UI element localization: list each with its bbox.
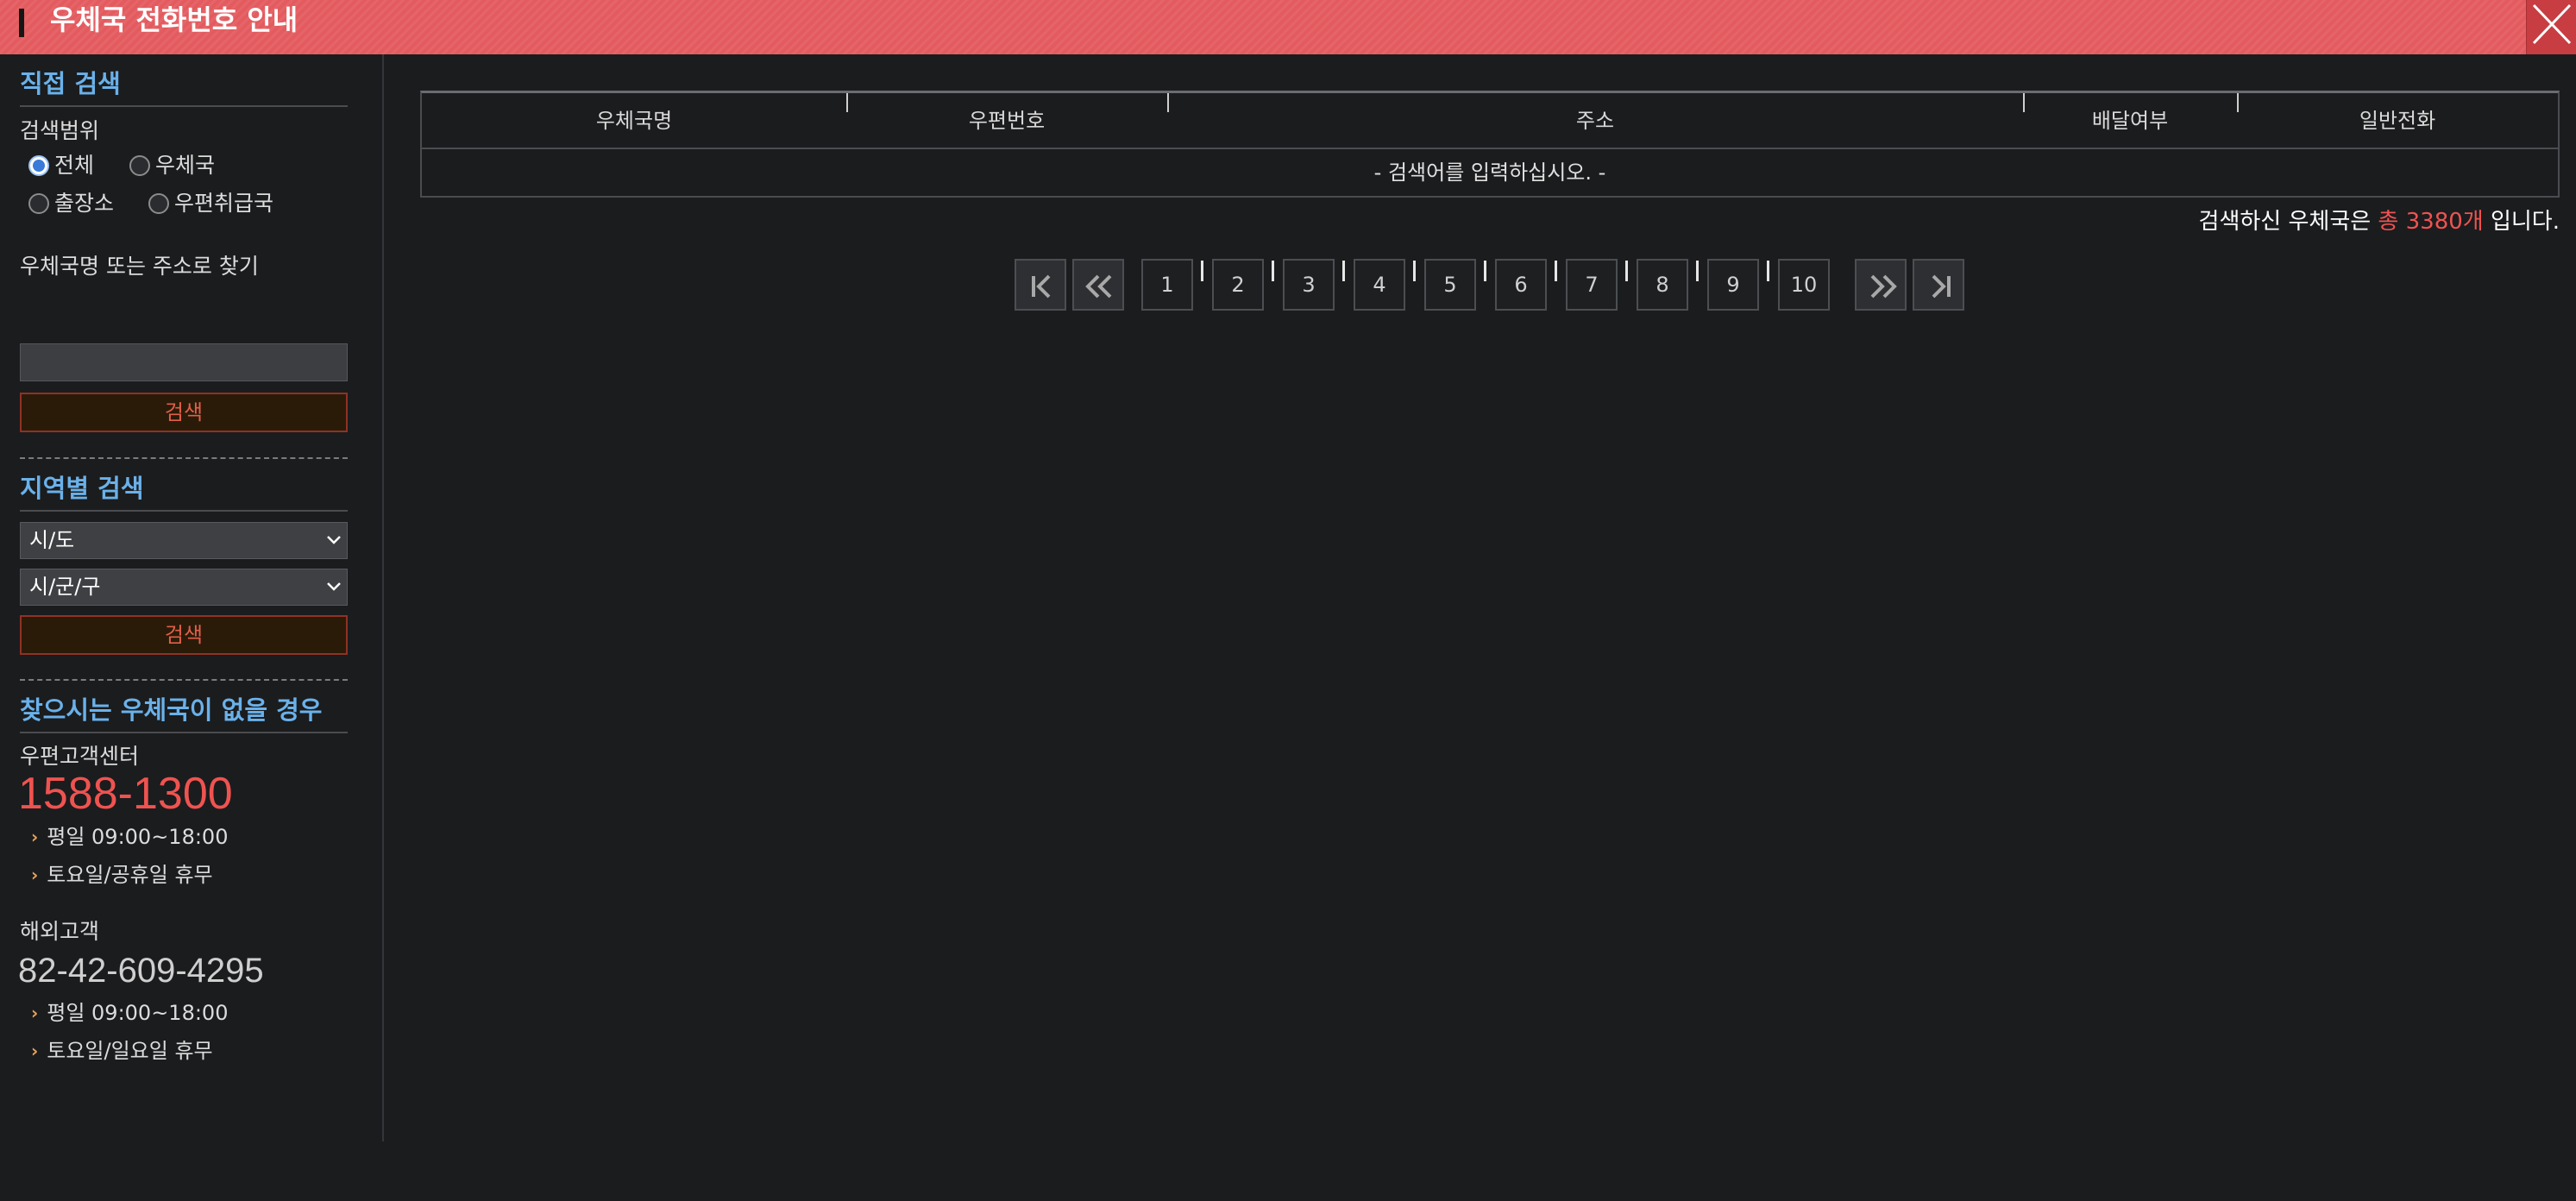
radio-agency-label: 우편취급국 xyxy=(174,191,274,216)
result-count-prefix: 검색하신 우체국은 xyxy=(2198,209,2378,235)
help-title: 찾으시는 우체국이 없을 경우 xyxy=(20,693,348,733)
sido-select[interactable]: 시/도 xyxy=(20,522,348,559)
region-search-button[interactable]: 검색 xyxy=(20,615,348,655)
double-chevron-left-icon xyxy=(1085,274,1112,299)
table-header: 우체국명 우편번호 주소 배달여부 일반전화 xyxy=(422,93,2558,149)
column-header-label: 일반전화 xyxy=(2359,109,2436,133)
radio-branch[interactable]: 출장소 xyxy=(28,190,114,217)
radio-all[interactable]: 전체 xyxy=(28,152,94,179)
radio-agency-circle[interactable] xyxy=(148,193,169,214)
radio-branch-circle[interactable] xyxy=(28,193,49,214)
page-10[interactable]: 10 xyxy=(1778,259,1830,311)
last-page-icon xyxy=(1932,274,1951,299)
keyword-input[interactable] xyxy=(20,343,348,381)
close-icon[interactable] xyxy=(2527,0,2576,54)
page-7[interactable]: 7 xyxy=(1566,259,1618,311)
radio-branch-label: 출장소 xyxy=(54,191,115,216)
divider xyxy=(20,457,348,459)
keyword-label: 우체국명 또는 주소로 찾기 xyxy=(20,254,259,279)
page-4[interactable]: 4 xyxy=(1354,259,1405,311)
double-chevron-right-icon xyxy=(1870,274,1897,299)
column-header-label: 주소 xyxy=(1575,109,1615,133)
radio-agency[interactable]: 우편취급국 xyxy=(148,190,273,217)
direct-search-button[interactable]: 검색 xyxy=(20,393,348,432)
column-separator xyxy=(2023,93,2025,112)
region-search-title: 지역별 검색 xyxy=(20,471,348,512)
next-page-button[interactable] xyxy=(1855,259,1907,311)
column-header: 배달여부 xyxy=(2023,93,2237,149)
window-title: 우체국 전화번호 안내 xyxy=(50,3,298,36)
column-header: 주소 xyxy=(1167,93,2023,149)
chevron-down-icon xyxy=(327,536,341,544)
overseas-phone: 82-42-609-4295 xyxy=(18,952,264,990)
direct-search-title: 직접 검색 xyxy=(20,66,348,107)
domestic-closed-text: 토요일/공휴일 휴무 xyxy=(47,863,213,887)
radio-post-office-circle[interactable] xyxy=(129,155,150,176)
overseas-label: 해외고객 xyxy=(20,919,100,944)
page-separator xyxy=(1413,261,1416,281)
close-button[interactable] xyxy=(2526,0,2576,54)
radio-post-office[interactable]: 우체국 xyxy=(129,152,215,179)
search-range-label: 검색범위 xyxy=(20,118,100,143)
sidebar: 직접 검색 검색범위 전체 우체국 출장소 우편취급국 우체국명 또는 주소로 … xyxy=(0,54,384,1141)
domestic-hours-text: 평일 09:00~18:00 xyxy=(47,825,229,849)
overseas-closed-text: 토요일/일요일 휴무 xyxy=(47,1039,213,1063)
chevron-down-icon xyxy=(327,582,341,591)
column-separator xyxy=(846,93,848,112)
page-separator xyxy=(1272,261,1274,281)
column-header-label: 배달여부 xyxy=(2091,109,2169,133)
page-separator xyxy=(1342,261,1345,281)
column-separator xyxy=(1167,93,1169,112)
title-accent-bar xyxy=(19,9,24,37)
sigungu-select[interactable]: 시/군/구 xyxy=(20,569,348,606)
result-count-value: 총 3380개 xyxy=(2378,209,2484,235)
domestic-phone: 1588-1300 xyxy=(18,769,233,819)
page-separator xyxy=(1201,261,1203,281)
chevron-right-icon: › xyxy=(31,827,39,847)
domestic-center-label: 우편고객센터 xyxy=(20,744,140,769)
results-table: 우체국명 우편번호 주소 배달여부 일반전화 - 검색어를 입력하십시오. - xyxy=(420,91,2560,198)
overseas-hours-text: 평일 09:00~18:00 xyxy=(47,1001,229,1025)
page-6[interactable]: 6 xyxy=(1495,259,1547,311)
prev-page-button[interactable] xyxy=(1072,259,1124,311)
sigungu-select-value: 시/군/구 xyxy=(29,575,101,599)
domestic-hours: › 평일 09:00~18:00 xyxy=(31,823,228,851)
column-header: 우체국명 xyxy=(595,109,673,133)
page-3[interactable]: 3 xyxy=(1283,259,1335,311)
result-count-suffix: 입니다. xyxy=(2483,209,2560,235)
column-separator xyxy=(2237,93,2239,112)
empty-message: - 검색어를 입력하십시오. - xyxy=(1373,160,1606,185)
overseas-hours: › 평일 09:00~18:00 xyxy=(31,999,228,1027)
radio-post-office-label: 우체국 xyxy=(155,153,216,178)
radio-all-circle[interactable] xyxy=(28,155,49,176)
page-9[interactable]: 9 xyxy=(1707,259,1759,311)
chevron-right-icon: › xyxy=(31,1041,39,1061)
chevron-right-icon: › xyxy=(31,1003,39,1023)
page-separator xyxy=(1767,261,1769,281)
page-separator xyxy=(1696,261,1699,281)
page-8[interactable]: 8 xyxy=(1637,259,1688,311)
page-separator xyxy=(1625,261,1628,281)
overseas-closed: › 토요일/일요일 휴무 xyxy=(31,1037,213,1065)
sido-select-value: 시/도 xyxy=(29,528,75,552)
radio-all-label: 전체 xyxy=(54,153,95,178)
first-page-icon xyxy=(1032,274,1051,299)
page-5[interactable]: 5 xyxy=(1424,259,1476,311)
title-bar: 우체국 전화번호 안내 xyxy=(0,0,2576,54)
divider xyxy=(20,679,348,681)
column-header: 우편번호 xyxy=(846,93,1167,149)
domestic-closed: › 토요일/공휴일 휴무 xyxy=(31,861,213,889)
last-page-button[interactable] xyxy=(1913,259,1964,311)
column-header-label: 우편번호 xyxy=(968,109,1046,133)
page-separator xyxy=(1555,261,1557,281)
page-2[interactable]: 2 xyxy=(1212,259,1264,311)
chevron-right-icon: › xyxy=(31,865,39,885)
page-separator xyxy=(1484,261,1486,281)
page-1[interactable]: 1 xyxy=(1141,259,1193,311)
first-page-button[interactable] xyxy=(1015,259,1066,311)
column-header: 일반전화 xyxy=(2237,93,2558,149)
result-count: 검색하신 우체국은 총 3380개 입니다. xyxy=(2199,207,2560,236)
